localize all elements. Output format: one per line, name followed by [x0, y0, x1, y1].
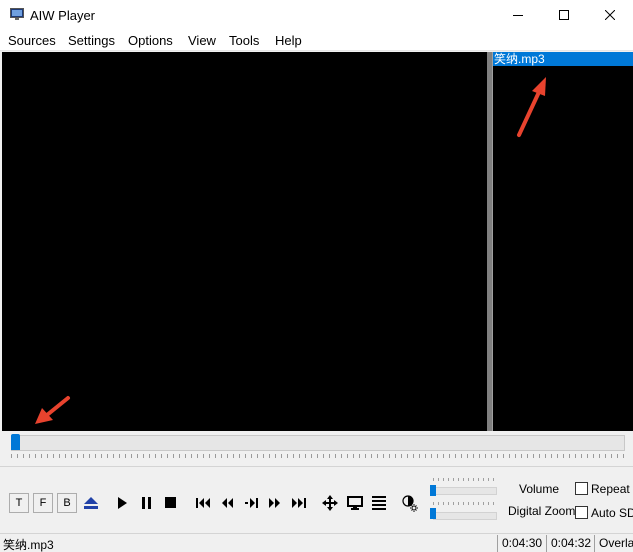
status-divider — [497, 535, 498, 552]
volume-slider-track[interactable] — [433, 487, 497, 495]
minimize-button[interactable] — [495, 0, 541, 30]
pause-icon — [142, 497, 151, 509]
menu-view[interactable]: View — [188, 33, 216, 48]
status-bar: 笑纳.mp3 0:04:30 0:04:32 Overlay — [0, 533, 633, 552]
controls-separator — [0, 466, 633, 467]
skip-start-button[interactable] — [193, 493, 213, 513]
menu-sources[interactable]: Sources — [8, 33, 56, 48]
frame-step-icon — [245, 498, 258, 508]
menu-help[interactable]: Help — [275, 33, 302, 48]
fast-forward-icon — [269, 498, 280, 508]
status-filename: 笑纳.mp3 — [3, 538, 54, 552]
repeat-label: Repeat — [591, 482, 630, 496]
auto-sd-checkbox[interactable] — [575, 506, 588, 519]
playlist-panel[interactable]: 笑纳.mp3 — [492, 52, 633, 431]
stop-button[interactable] — [161, 493, 181, 513]
status-divider — [594, 535, 595, 552]
play-button[interactable] — [112, 493, 132, 513]
move-icon — [322, 495, 338, 511]
close-icon — [605, 10, 615, 20]
skip-start-icon — [196, 498, 210, 508]
zoom-label: Digital Zoom — [508, 504, 576, 518]
volume-slider-ticks — [433, 478, 497, 481]
volume-slider-thumb[interactable] — [430, 485, 436, 496]
frame-step-button[interactable] — [242, 493, 262, 513]
status-overlay: Overlay — [599, 536, 633, 550]
eject-button[interactable] — [81, 493, 101, 513]
monitor-icon — [347, 495, 363, 510]
repeat-checkbox[interactable] — [575, 482, 588, 495]
toggle-t-button[interactable]: T — [9, 493, 29, 513]
brightness-icon — [402, 495, 418, 512]
playlist-item-selected[interactable]: 笑纳.mp3 — [493, 52, 633, 66]
volume-label: Volume — [519, 482, 560, 496]
auto-sd-label: Auto SD — [591, 506, 633, 520]
menu-settings[interactable]: Settings — [68, 33, 115, 48]
playlist-icon — [372, 496, 386, 510]
close-button[interactable] — [587, 0, 633, 30]
app-icon — [10, 8, 24, 20]
window-title: AIW Player — [30, 8, 96, 23]
status-elapsed: 0:04:30 — [502, 536, 543, 550]
toggle-f-button[interactable]: F — [33, 493, 53, 513]
maximize-icon — [559, 10, 569, 20]
minimize-icon — [513, 15, 523, 16]
video-display[interactable] — [2, 52, 487, 431]
move-button[interactable] — [320, 493, 340, 513]
rewind-icon — [222, 498, 233, 508]
zoom-slider-ticks — [433, 502, 497, 505]
playlist-toggle-button[interactable] — [369, 493, 389, 513]
maximize-button[interactable] — [541, 0, 587, 30]
play-icon — [118, 497, 127, 509]
brightness-button[interactable] — [400, 493, 420, 513]
title-bar: AIW Player — [0, 0, 633, 30]
seek-ticks — [11, 454, 625, 458]
menu-tools[interactable]: Tools — [229, 33, 259, 48]
seek-thumb[interactable] — [11, 434, 20, 450]
pause-button[interactable] — [137, 493, 157, 513]
rewind-button[interactable] — [217, 493, 237, 513]
status-duration: 0:04:32 — [551, 536, 592, 550]
menu-bar: Sources Settings Options View Tools Help — [0, 30, 633, 51]
menu-options[interactable]: Options — [128, 33, 173, 48]
toggle-b-button[interactable]: B — [57, 493, 77, 513]
skip-end-icon — [292, 498, 306, 508]
eject-icon — [84, 497, 98, 509]
monitor-button[interactable] — [345, 493, 365, 513]
fast-forward-button[interactable] — [265, 493, 285, 513]
status-divider — [546, 535, 547, 552]
stop-icon — [165, 497, 176, 508]
seek-track[interactable] — [11, 435, 625, 451]
seek-area — [2, 431, 631, 464]
zoom-slider-thumb[interactable] — [430, 508, 436, 519]
skip-end-button[interactable] — [289, 493, 309, 513]
zoom-slider-track[interactable] — [433, 512, 497, 520]
